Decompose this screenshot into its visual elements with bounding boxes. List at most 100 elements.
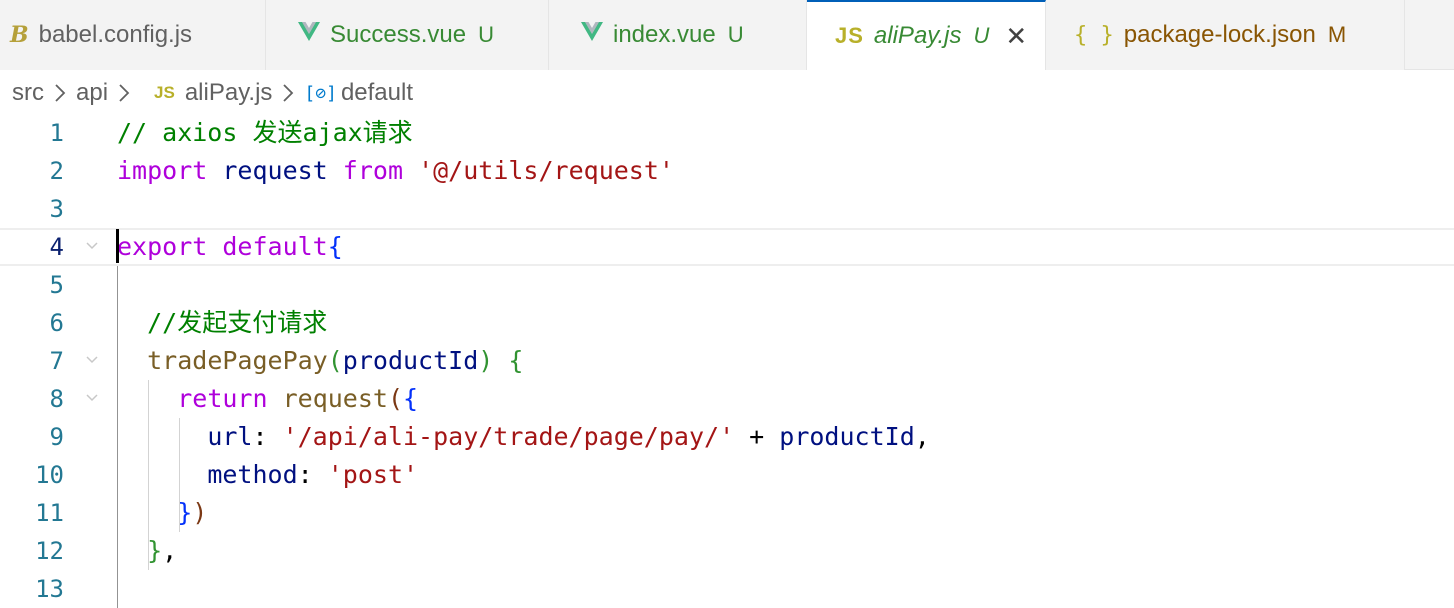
tab-success-vue[interactable]: Success.vue U (266, 0, 549, 70)
line-number: 1 (49, 119, 64, 147)
code-text: // axios 发送ajax请求 (117, 114, 413, 152)
code-line[interactable]: 5 (0, 266, 1454, 304)
text-cursor (116, 229, 119, 263)
fold-chevron-icon[interactable] (84, 228, 100, 280)
javascript-icon: JS (835, 23, 864, 48)
close-icon[interactable]: ✕ (1005, 23, 1027, 49)
tab-label: babel.config.js (38, 21, 193, 48)
code-text: export default{ (117, 228, 343, 266)
code-token: ( (387, 384, 404, 413)
code-text: url: '/api/ali-pay/trade/page/pay/' + pr… (117, 418, 930, 456)
editor-tab-bar: B babel.config.js Success.vue U index.vu… (0, 0, 1454, 70)
vue-icon (298, 22, 320, 48)
tab-label: aliPay.js (873, 22, 962, 49)
fold-chevron-icon[interactable] (84, 380, 100, 432)
code-token: ) (192, 498, 208, 527)
line-number: 9 (49, 423, 64, 451)
code-text: }) (117, 494, 207, 532)
breadcrumb-item-src[interactable]: src (12, 79, 44, 107)
code-line[interactable]: 3 (0, 190, 1454, 228)
tab-babel-config[interactable]: B babel.config.js (0, 0, 266, 70)
git-status-badge: U (478, 22, 494, 47)
breadcrumb-item-api[interactable]: api (76, 79, 108, 107)
code-line[interactable]: 6 //发起支付请求 (0, 304, 1454, 342)
code-token: default (222, 232, 328, 261)
line-number: 11 (35, 499, 64, 527)
line-number: 3 (49, 195, 64, 223)
git-status-badge: U (727, 22, 744, 47)
line-number: 13 (35, 575, 64, 603)
code-line[interactable]: 4 export default{ (0, 228, 1454, 266)
code-token: // axios 发送ajax请求 (117, 118, 413, 147)
code-token: , (914, 422, 930, 451)
tab-package-lock-json[interactable]: { } package-lock.json M (1046, 0, 1405, 70)
line-number: 2 (49, 157, 64, 185)
code-text: import request from '@/utils/request' (117, 152, 674, 190)
code-line[interactable]: 7 tradePagePay(productId) { (0, 342, 1454, 380)
indent-guide (179, 418, 180, 532)
code-token: ( (327, 346, 343, 375)
code-line[interactable]: 10 method: 'post' (0, 456, 1454, 494)
breadcrumb: src api JS aliPay.js [⊘] default (0, 72, 1454, 114)
code-line[interactable]: 8 return request({ (0, 380, 1454, 418)
symbol-variable-icon: [⊘] (304, 82, 337, 104)
breadcrumb-item-file[interactable]: aliPay.js (185, 79, 273, 107)
code-text: return request({ (117, 380, 418, 418)
code-token: { (403, 384, 419, 413)
code-token: method (207, 460, 298, 489)
code-text: method: 'post' (117, 456, 418, 494)
code-token: ) (478, 346, 494, 375)
code-token: { (327, 232, 343, 261)
chevron-right-icon (118, 83, 130, 103)
code-token: '@/utils/request' (418, 156, 674, 185)
code-line[interactable]: 12 }, (0, 532, 1454, 570)
indent-guide (117, 266, 118, 608)
code-token: return (177, 384, 268, 413)
code-token: //发起支付请求 (117, 308, 328, 337)
line-number: 12 (35, 537, 64, 565)
code-token: tradePagePay (147, 346, 328, 375)
code-token: from (342, 156, 404, 185)
code-editor[interactable]: 1 // axios 发送ajax请求 2 import request from '… (0, 114, 1454, 608)
babel-icon: B (10, 22, 29, 48)
code-text: tradePagePay(productId) { (117, 342, 523, 380)
code-line[interactable]: 2 import request from '@/utils/request' (0, 152, 1454, 190)
json-icon: { } (1074, 22, 1114, 48)
line-number: 5 (49, 271, 64, 299)
line-number: 10 (35, 461, 64, 489)
code-token: export (117, 232, 208, 261)
code-line[interactable]: 11 }) (0, 494, 1454, 532)
code-line[interactable]: 13 (0, 570, 1454, 608)
git-status-badge: M (1327, 22, 1347, 47)
line-number: 4 (49, 233, 64, 261)
tab-alipay-js[interactable]: JS aliPay.js U ✕ (807, 0, 1046, 70)
vue-icon (581, 22, 603, 48)
git-status-badge: U (973, 23, 990, 48)
code-token: + (734, 422, 780, 451)
code-token: productId (342, 346, 479, 375)
tab-index-vue[interactable]: index.vue U (549, 0, 807, 70)
code-line[interactable]: 9 url: '/api/ali-pay/trade/page/pay/' + … (0, 418, 1454, 456)
code-token: : (297, 460, 328, 489)
breadcrumb-item-symbol[interactable]: default (341, 79, 413, 107)
code-token: } (147, 536, 163, 565)
code-token: , (162, 536, 178, 565)
code-token: request (282, 384, 388, 413)
code-token: { (508, 346, 524, 375)
code-line[interactable]: 1 // axios 发送ajax请求 (0, 114, 1454, 152)
indent-guide (148, 380, 149, 570)
chevron-right-icon (282, 83, 294, 103)
chevron-right-icon (54, 83, 66, 103)
tab-label: Success.vue (330, 21, 467, 48)
code-token: : (252, 422, 283, 451)
